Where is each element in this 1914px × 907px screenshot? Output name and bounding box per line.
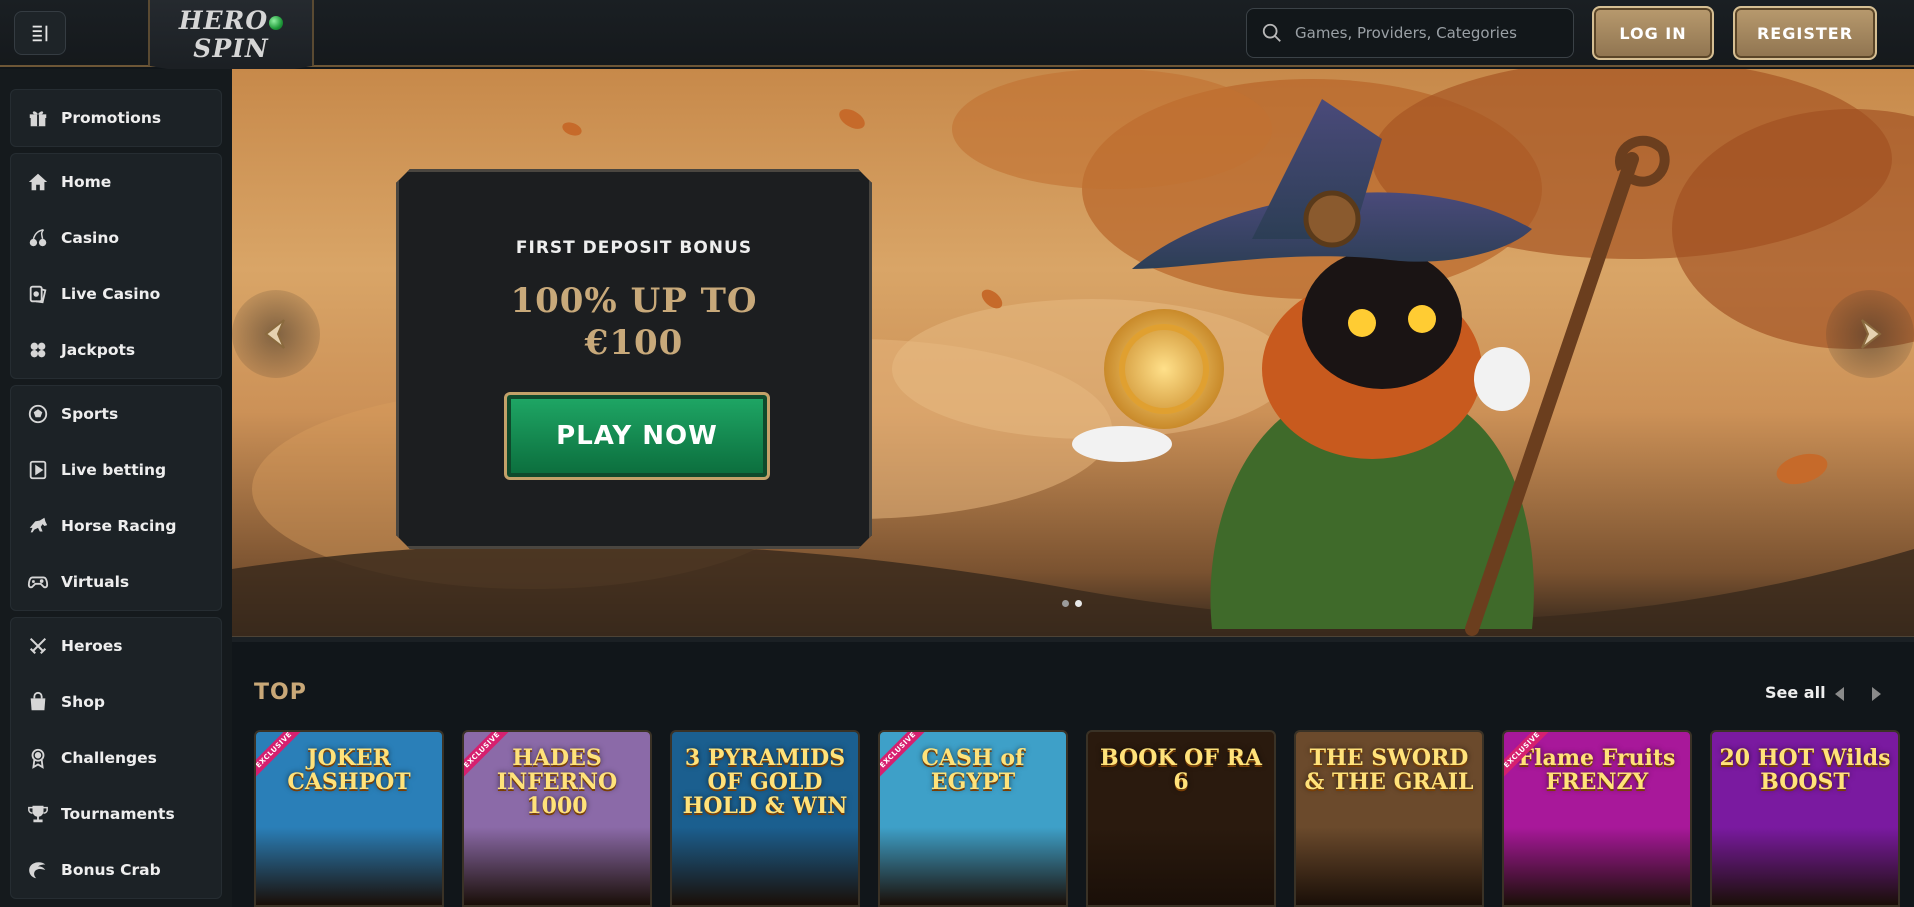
game-title: CASH of EGYPT	[921, 745, 1025, 795]
sidebar-item-sports[interactable]: Sports	[11, 386, 221, 442]
carousel-prev-button[interactable]	[232, 290, 320, 378]
game-title: JOKER CASHPOT	[287, 745, 411, 795]
logo-text-spin: SPIN	[193, 34, 269, 63]
promo-subtitle: FIRST DEPOSIT BONUS	[515, 238, 753, 258]
game-title: 20 HOT Wilds BOOST	[1719, 745, 1891, 795]
sidebar-item-label: Promotions	[61, 109, 162, 127]
sidebar-item-label: Jackpots	[61, 341, 136, 359]
game-title: HADES INFERNO 1000	[496, 745, 618, 819]
game-tile[interactable]: JOKER CASHPOT EXCLUSIVE	[254, 730, 444, 907]
carousel-dot-2[interactable]	[1075, 600, 1082, 607]
chevron-left-icon	[264, 319, 285, 349]
game-tile[interactable]: THE SWORD & THE GRAIL	[1294, 730, 1484, 907]
games-next-arrow-icon[interactable]	[1866, 684, 1886, 704]
logo-text-hero: HERO	[178, 6, 269, 35]
swords-icon	[29, 637, 47, 655]
sidebar-item-label: Casino	[61, 229, 120, 247]
play-now-button[interactable]: PLAY NOW	[504, 392, 770, 480]
sidebar-item-live-casino[interactable]: Live Casino	[11, 266, 221, 322]
trophy-icon	[28, 805, 48, 823]
sidebar-item-challenges[interactable]: Challenges	[11, 730, 221, 786]
search-input[interactable]	[1295, 24, 1565, 42]
logo-gem-icon	[269, 15, 284, 30]
sidebar-nav: Promotions Home Casino Live Casino Jackp…	[0, 69, 232, 907]
section-title-top: TOP	[254, 680, 307, 705]
sidebar-item-label: Heroes	[61, 637, 123, 655]
sidebar-item-label: Home	[61, 173, 112, 191]
search-box[interactable]	[1246, 8, 1574, 58]
game-tile[interactable]: 3 PYRAMIDS OF GOLD HOLD & WIN	[670, 730, 860, 907]
game-title: Flame Fruits FRENZY	[1518, 745, 1676, 795]
shopping-bag-icon	[30, 691, 46, 711]
game-tile[interactable]: CASH of EGYPT EXCLUSIVE	[878, 730, 1068, 907]
sidebar-item-label: Live Casino	[61, 285, 161, 303]
register-button[interactable]: REGISTER	[1733, 6, 1877, 60]
game-tile[interactable]: BOOK OF RA 6	[1086, 730, 1276, 907]
sidebar-item-jackpots[interactable]: Jackpots	[11, 322, 221, 378]
game-tile[interactable]: HADES INFERNO 1000 EXCLUSIVE	[462, 730, 652, 907]
crab-claw-icon	[29, 862, 46, 879]
sidebar-item-label: Tournaments	[61, 805, 175, 823]
carousel-dots	[1062, 600, 1082, 607]
gift-icon	[29, 111, 47, 127]
game-title: BOOK OF RA 6	[1100, 745, 1262, 795]
sidebar-item-home[interactable]: Home	[11, 154, 221, 210]
cards-icon	[29, 285, 47, 304]
sidebar-item-horse-racing[interactable]: Horse Racing	[11, 498, 221, 554]
hero-spin-logo[interactable]: HERO SPIN	[148, 0, 314, 80]
sidebar-item-label: Sports	[61, 405, 119, 423]
sidebar-group-heroes: Heroes Shop Challenges Tournaments Bonus…	[10, 617, 222, 899]
promo-card: FIRST DEPOSIT BONUS 100% UP TO €100 PLAY…	[396, 169, 872, 549]
search-icon	[1262, 23, 1281, 42]
sidebar-item-label: Shop	[61, 693, 105, 711]
gamepad-icon	[27, 576, 49, 589]
sidebar-item-promotions[interactable]: Promotions	[11, 90, 221, 146]
sidebar-item-tournaments[interactable]: Tournaments	[11, 786, 221, 842]
sidebar-item-virtuals[interactable]: Virtuals	[11, 554, 221, 610]
game-title: 3 PYRAMIDS OF GOLD HOLD & WIN	[682, 745, 848, 819]
sidebar-group-sports: Sports Live betting Horse Racing Virtual…	[10, 385, 222, 611]
sidebar-item-heroes[interactable]: Heroes	[11, 618, 221, 674]
promo-banner[interactable]: FIRST DEPOSIT BONUS 100% UP TO €100 PLAY…	[232, 69, 1914, 641]
login-button[interactable]: LOG IN	[1592, 6, 1714, 60]
game-tile[interactable]: Flame Fruits FRENZY EXCLUSIVE	[1502, 730, 1692, 907]
sidebar-item-bonus-crab[interactable]: Bonus Crab	[11, 842, 221, 898]
top-header: HERO SPIN LOG IN REGISTER	[0, 0, 1914, 80]
promo-title-line1: 100% UP TO	[510, 281, 758, 321]
sidebar-item-label: Bonus Crab	[61, 861, 161, 879]
see-all-link[interactable]: See all	[1765, 683, 1826, 702]
home-icon	[28, 173, 48, 191]
play-square-icon	[29, 460, 47, 480]
menu-icon	[32, 25, 48, 42]
carousel-dot-1[interactable]	[1062, 600, 1069, 607]
sidebar-item-label: Live betting	[61, 461, 167, 479]
game-tile[interactable]: 20 HOT Wilds BOOST	[1710, 730, 1900, 907]
menu-toggle-button[interactable]	[14, 11, 66, 55]
promo-title-line2: €100	[584, 323, 684, 363]
horse-icon	[29, 517, 48, 533]
carousel-next-button[interactable]	[1826, 290, 1914, 378]
sidebar-item-label: Virtuals	[61, 573, 130, 591]
promo-title: 100% UP TO €100	[399, 280, 869, 364]
sidebar-item-casino[interactable]: Casino	[11, 210, 221, 266]
sidebar-item-label: Horse Racing	[61, 517, 177, 535]
chevron-right-icon	[1861, 319, 1882, 349]
sidebar-group-promotions: Promotions	[10, 89, 222, 147]
sidebar-group-casino: Home Casino Live Casino Jackpots	[10, 153, 222, 379]
sidebar-item-shop[interactable]: Shop	[11, 674, 221, 730]
soccer-ball-icon	[28, 404, 48, 424]
sidebar-item-live-betting[interactable]: Live betting	[11, 442, 221, 498]
games-row: JOKER CASHPOT EXCLUSIVE HADES INFERNO 1000…	[254, 730, 1900, 907]
medal-icon	[31, 748, 45, 769]
cherry-icon	[29, 229, 47, 247]
games-prev-arrow-icon[interactable]	[1830, 684, 1850, 704]
sidebar-item-label: Challenges	[61, 749, 157, 767]
game-title: THE SWORD & THE GRAIL	[1304, 745, 1474, 795]
banner-divider	[232, 636, 1914, 642]
clover-icon	[30, 342, 46, 358]
